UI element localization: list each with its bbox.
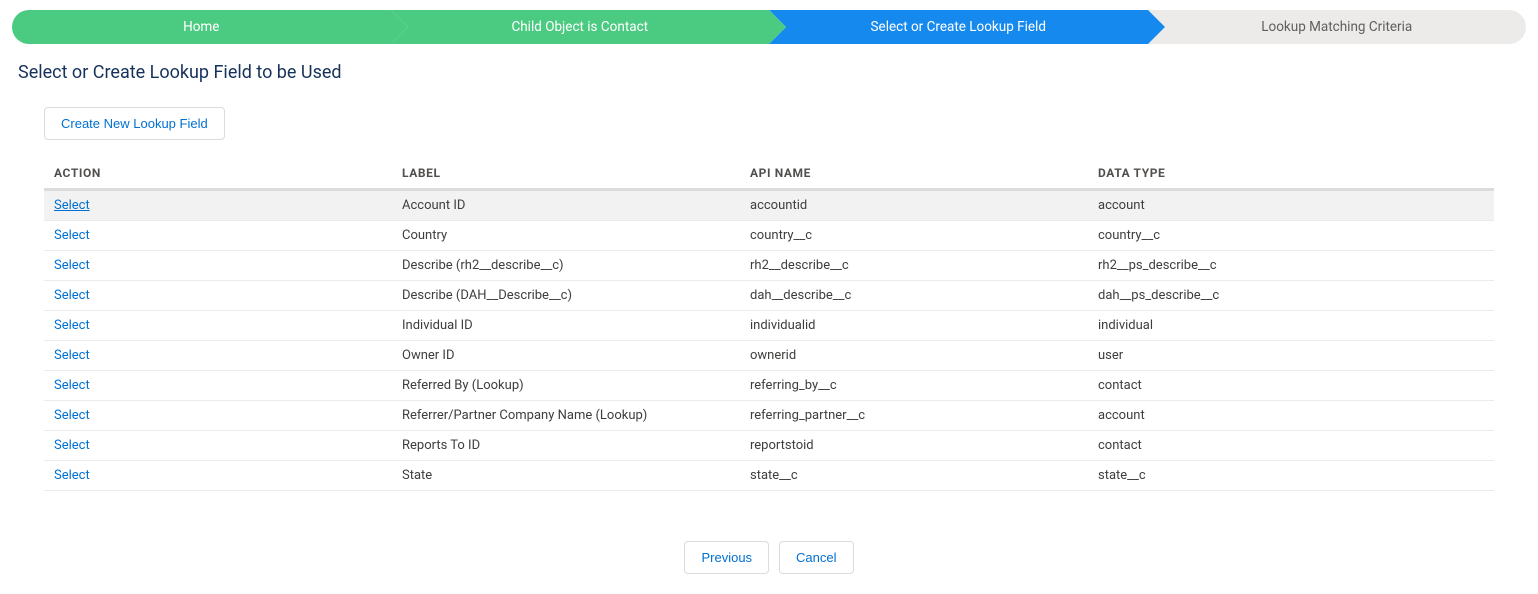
col-header-action: ACTION xyxy=(44,158,392,190)
cell-label: Account ID xyxy=(392,190,740,221)
select-link[interactable]: Select xyxy=(54,378,90,393)
cell-api-name: individualid xyxy=(740,311,1088,341)
cell-api-name: dah__describe__c xyxy=(740,281,1088,311)
cell-label: Describe (DAH__Describe__c) xyxy=(392,281,740,311)
cell-label: State xyxy=(392,461,740,491)
cell-data-type: user xyxy=(1088,341,1494,371)
cell-data-type: dah__ps_describe__c xyxy=(1088,281,1494,311)
cell-api-name: country__c xyxy=(740,221,1088,251)
table-row: Select Reports To IDreportstoidcontact xyxy=(44,431,1494,461)
table-row: SelectCountrycountry__ccountry__c xyxy=(44,221,1494,251)
select-link[interactable]: Select xyxy=(54,348,90,363)
table-row: SelectStatestate__cstate__c xyxy=(44,461,1494,491)
cell-label: Referred By (Lookup) xyxy=(392,371,740,401)
table-row: Select Individual IDindividualidindividua… xyxy=(44,311,1494,341)
table-row: Select Account IDaccountidaccount xyxy=(44,190,1494,221)
wizard-step-1[interactable]: Child Object is Contact xyxy=(391,10,770,44)
select-link[interactable]: Select xyxy=(54,228,90,243)
cell-data-type: individual xyxy=(1088,311,1494,341)
cell-label: Referrer/Partner Company Name (Lookup) xyxy=(392,401,740,431)
wizard-step-label: Child Object is Contact xyxy=(511,19,648,35)
table-row: Select Describe (DAH__Describe__c)dah__de… xyxy=(44,281,1494,311)
cell-data-type: state__c xyxy=(1088,461,1494,491)
cancel-button[interactable]: Cancel xyxy=(779,541,853,574)
cell-api-name: reportstoid xyxy=(740,431,1088,461)
cell-api-name: state__c xyxy=(740,461,1088,491)
cell-api-name: referring_partner__c xyxy=(740,401,1088,431)
col-header-api-name: API NAME xyxy=(740,158,1088,190)
wizard-step-2[interactable]: Select or Create Lookup Field xyxy=(769,10,1148,44)
page-title: Select or Create Lookup Field to be Used xyxy=(18,62,1526,83)
cell-api-name: rh2__describe__c xyxy=(740,251,1088,281)
create-new-lookup-button[interactable]: Create New Lookup Field xyxy=(44,107,225,140)
cell-api-name: referring_by__c xyxy=(740,371,1088,401)
select-link[interactable]: Select xyxy=(54,288,90,303)
cell-label: Owner ID xyxy=(392,341,740,371)
select-link[interactable]: Select xyxy=(54,468,90,483)
cell-label: Describe (rh2__describe__c) xyxy=(392,251,740,281)
table-row: Select Referrer/Partner Company Name (Loo… xyxy=(44,401,1494,431)
select-link[interactable]: Select xyxy=(54,408,90,423)
wizard-breadcrumb: Home Child Object is Contact Select or Cre… xyxy=(12,10,1526,44)
table-row: Select Describe (rh2__describe__c)rh2__de… xyxy=(44,251,1494,281)
wizard-step-0[interactable]: Home xyxy=(12,10,391,44)
select-link[interactable]: Select xyxy=(54,438,90,453)
cell-data-type: contact xyxy=(1088,431,1494,461)
cell-data-type: contact xyxy=(1088,371,1494,401)
cell-data-type: account xyxy=(1088,190,1494,221)
cell-data-type: country__c xyxy=(1088,221,1494,251)
cell-label: Country xyxy=(392,221,740,251)
cell-data-type: rh2__ps_describe__c xyxy=(1088,251,1494,281)
cell-api-name: accountid xyxy=(740,190,1088,221)
cell-api-name: ownerid xyxy=(740,341,1088,371)
lookup-fields-table: ACTION LABEL API NAME DATA TYPE Select Ac… xyxy=(44,158,1494,491)
table-row: Select Owner IDowneriduser xyxy=(44,341,1494,371)
select-link[interactable]: Select xyxy=(54,258,90,273)
cell-label: Reports To ID xyxy=(392,431,740,461)
select-link[interactable]: Select xyxy=(54,198,90,213)
wizard-step-label: Select or Create Lookup Field xyxy=(871,19,1046,35)
wizard-step-label: Home xyxy=(183,19,219,35)
cell-label: Individual ID xyxy=(392,311,740,341)
wizard-step-label: Lookup Matching Criteria xyxy=(1261,19,1412,35)
previous-button[interactable]: Previous xyxy=(684,541,769,574)
wizard-step-3[interactable]: Lookup Matching Criteria xyxy=(1148,10,1527,44)
col-header-data-type: DATA TYPE xyxy=(1088,158,1494,190)
table-row: Select Referred By (Lookup)referring_by__… xyxy=(44,371,1494,401)
col-header-label: LABEL xyxy=(392,158,740,190)
select-link[interactable]: Select xyxy=(54,318,90,333)
cell-data-type: account xyxy=(1088,401,1494,431)
